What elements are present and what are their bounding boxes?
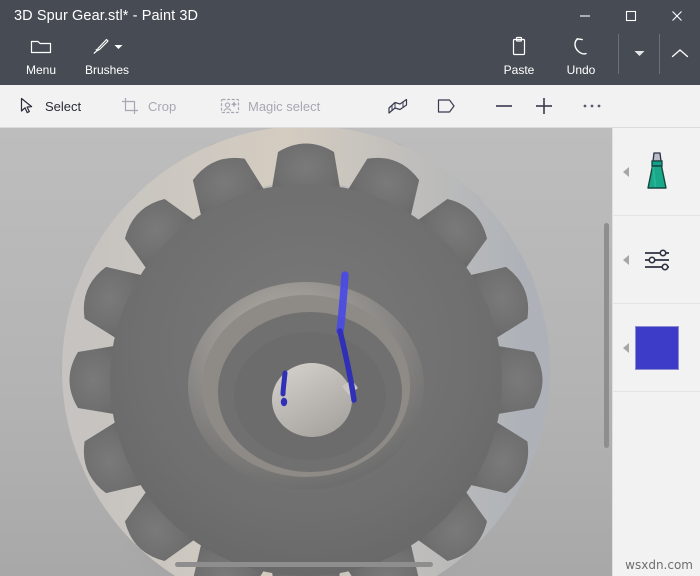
toolbar-more-icon[interactable] xyxy=(572,85,612,127)
zoom-in-button[interactable] xyxy=(524,85,564,127)
brushes-label: Brushes xyxy=(84,63,130,77)
paint3d-window: 3D Spur Gear.stl* - Paint 3D Menu Brushe… xyxy=(0,0,700,576)
close-icon[interactable] xyxy=(654,0,700,31)
select-tool-button[interactable]: Select xyxy=(10,85,87,127)
window-controls xyxy=(562,0,700,31)
canvas-viewport[interactable] xyxy=(0,128,612,576)
gear-svg xyxy=(61,128,551,576)
paste-button[interactable]: Paste xyxy=(488,30,550,77)
undo-arrow-icon xyxy=(570,33,592,59)
ribbon-divider-2 xyxy=(659,34,660,74)
view-frame-icon[interactable] xyxy=(426,85,466,127)
gear-model[interactable] xyxy=(0,128,612,576)
magic-select-icon xyxy=(219,95,241,117)
brush-icon-row xyxy=(91,33,123,59)
expand-arrow-icon[interactable] xyxy=(623,342,629,353)
magic-select-button[interactable]: Magic select xyxy=(213,85,326,127)
menu-label: Menu xyxy=(25,63,57,77)
clipboard-icon xyxy=(509,33,529,59)
magic-select-label: Magic select xyxy=(248,98,321,114)
select-label: Select xyxy=(45,98,82,114)
crop-icon xyxy=(119,95,141,117)
collapse-ribbon-chevron-up-icon[interactable] xyxy=(666,30,694,76)
title-bar: 3D Spur Gear.stl* - Paint 3D Menu Brushe… xyxy=(0,0,700,85)
zoom-out-button[interactable] xyxy=(484,85,524,127)
current-color-swatch[interactable] xyxy=(634,325,679,370)
chevron-down-icon[interactable] xyxy=(114,37,123,55)
paste-label: Paste xyxy=(503,63,535,77)
ribbon-more-icon[interactable] xyxy=(625,30,653,76)
maximize-icon[interactable] xyxy=(608,0,654,31)
undo-button[interactable]: Undo xyxy=(550,30,612,77)
folder-icon xyxy=(30,33,52,59)
sliders-icon xyxy=(644,249,669,270)
right-tool-panel xyxy=(612,128,700,576)
expand-arrow-icon[interactable] xyxy=(623,254,629,265)
panel-section-color[interactable] xyxy=(613,304,700,392)
undo-label: Undo xyxy=(566,63,596,77)
3d-view-icon[interactable] xyxy=(378,85,418,127)
ribbon-divider xyxy=(618,34,619,74)
expand-arrow-icon[interactable] xyxy=(623,166,629,177)
panel-empty-area xyxy=(613,392,700,576)
cursor-arrow-icon xyxy=(16,95,38,117)
brush-icon xyxy=(93,38,109,54)
ribbon-left-group: Menu Brushes xyxy=(10,30,142,77)
tool-toolbar: Select Crop Magic select xyxy=(0,85,700,128)
crop-tool-button[interactable]: Crop xyxy=(113,85,182,127)
watermark: wsxdn.com xyxy=(625,558,693,572)
panel-section-marker[interactable] xyxy=(613,128,700,216)
menu-button[interactable]: Menu xyxy=(10,30,72,77)
marker-pen-icon xyxy=(646,151,667,189)
brushes-button[interactable]: Brushes xyxy=(72,30,142,77)
vertical-scrollbar[interactable] xyxy=(604,223,609,448)
panel-section-settings[interactable] xyxy=(613,216,700,304)
gear-hub xyxy=(188,282,424,490)
minimize-icon[interactable] xyxy=(562,0,608,31)
horizontal-scrollbar[interactable] xyxy=(175,562,433,567)
ribbon-right-group: Paste Undo xyxy=(488,30,694,77)
window-title: 3D Spur Gear.stl* - Paint 3D xyxy=(14,8,199,24)
crop-label: Crop xyxy=(148,98,177,114)
